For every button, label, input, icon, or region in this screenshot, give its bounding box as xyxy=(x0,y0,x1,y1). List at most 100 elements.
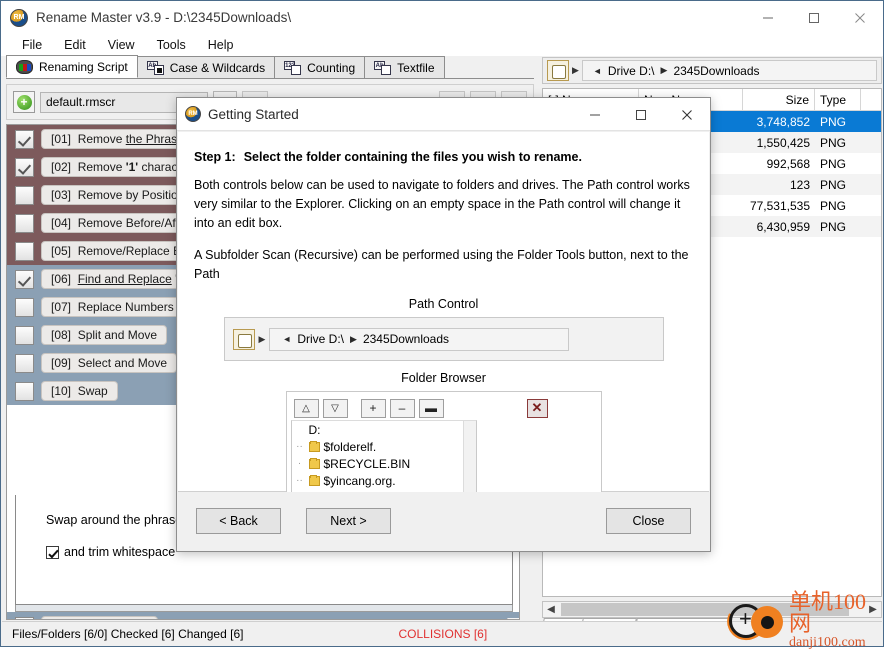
main-window: RM Rename Master v3.9 - D:\2345Downloads… xyxy=(0,0,884,650)
scroll-left-icon[interactable]: ◀ xyxy=(543,604,559,615)
folder-icon xyxy=(308,440,320,452)
path-separator-icon: ▶ xyxy=(350,333,357,344)
rule-checkbox[interactable] xyxy=(15,325,34,345)
folder-icon xyxy=(308,457,320,469)
rule-checkbox[interactable] xyxy=(15,381,34,401)
dialog-path-control-group: ▶ ◄ Drive D:\ ▶ 2345Downloads xyxy=(223,317,664,361)
status-collisions: COLLISIONS [6] xyxy=(398,626,488,641)
cell-type: PNG xyxy=(820,198,847,213)
horizontal-scrollbar[interactable]: ◀ ▶ xyxy=(542,601,882,618)
dialog-paragraph-2: A Subfolder Scan (Recursive) can be perf… xyxy=(194,248,689,281)
path-bar: ▶ ◄ Drive D:\ ▶ 2345Downloads xyxy=(542,57,882,84)
cell-type: PNG xyxy=(820,135,847,150)
path-control[interactable]: ◄ Drive D:\ ▶ 2345Downloads xyxy=(581,60,877,81)
path-back-arrow-icon[interactable]: ◄ xyxy=(593,66,602,76)
tree-node-root[interactable]: D: xyxy=(292,421,476,438)
rule-checkbox[interactable] xyxy=(15,129,34,149)
cell-type: PNG xyxy=(820,156,847,171)
tree-node[interactable]: ·· $folderelf. xyxy=(292,438,476,455)
dialog-path-drive[interactable]: Drive D:\ xyxy=(297,332,344,346)
tree-indent: ·· xyxy=(296,475,303,486)
path-separator-icon: ▶ xyxy=(660,65,668,75)
window-title: Rename Master v3.9 - D:\2345Downloads\ xyxy=(36,10,292,25)
rule-checkbox[interactable] xyxy=(15,353,34,373)
collapse-up-button[interactable]: △ xyxy=(293,398,319,418)
scrollbar-thumb[interactable] xyxy=(561,603,849,616)
path-drive[interactable]: Drive D:\ xyxy=(608,64,655,78)
rule-label: [11] Find and Edit xyxy=(41,616,158,619)
maximize-icon[interactable] xyxy=(618,98,664,131)
expand-all-button[interactable]: + xyxy=(360,398,386,418)
app-icon: RM xyxy=(10,8,28,27)
chevron-right-icon[interactable]: ▶ xyxy=(259,334,266,345)
tab-counting[interactable]: 123 Counting xyxy=(274,56,366,78)
tab-label: Counting xyxy=(307,60,356,75)
rule-checkbox[interactable] xyxy=(15,157,34,177)
minimize-icon[interactable] xyxy=(745,1,791,34)
folder-tools-icon[interactable] xyxy=(547,60,569,81)
cell-size: 123 xyxy=(789,177,810,192)
maximize-icon[interactable] xyxy=(791,1,837,34)
tree-indent: ·· xyxy=(296,441,303,452)
tab-label: Renaming Script xyxy=(39,59,128,74)
menu-edit[interactable]: Edit xyxy=(53,36,97,54)
dialog-body: Step 1: Select the folder containing the … xyxy=(178,132,709,536)
rule-checkbox[interactable] xyxy=(15,269,34,289)
column-header-extra xyxy=(861,89,881,111)
tree-node[interactable]: · $RECYCLE.BIN xyxy=(292,455,476,472)
folder-tools-icon[interactable] xyxy=(232,328,255,350)
dialog-path-control[interactable]: ◄ Drive D:\ ▶ 2345Downloads xyxy=(269,327,570,351)
rgb-boxes-icon xyxy=(16,59,33,74)
rule-label: [07] Replace Numbers xyxy=(41,297,184,317)
tab-case-wildcards[interactable]: Ab Case & Wildcards xyxy=(136,56,276,78)
add-green-plus-icon[interactable]: + xyxy=(13,91,35,113)
status-counts: Files/Folders [6/0] Checked [6] Changed … xyxy=(12,626,244,641)
menu-help[interactable]: Help xyxy=(197,36,245,54)
cell-size: 3,748,852 xyxy=(756,114,810,129)
browser-close-icon[interactable]: ✕ xyxy=(526,398,548,418)
back-button[interactable]: < Back xyxy=(196,508,281,534)
cell-size: 6,430,959 xyxy=(756,219,810,234)
cell-size: 77,531,535 xyxy=(749,198,810,213)
rule-label: [09] Select and Move xyxy=(41,353,178,373)
dialog-footer: < Back Next > Close xyxy=(178,492,709,550)
column-header-size[interactable]: Size xyxy=(743,89,815,111)
collapse-all-button[interactable]: – xyxy=(389,398,415,418)
tab-renaming-script[interactable]: Renaming Script xyxy=(6,55,138,78)
trim-whitespace-checkbox[interactable] xyxy=(46,545,59,559)
menu-view[interactable]: View xyxy=(97,36,146,54)
menu-file[interactable]: File xyxy=(11,36,53,54)
rule-checkbox[interactable] xyxy=(15,297,34,317)
rule-checkbox[interactable] xyxy=(15,185,34,205)
column-header-type[interactable]: Type xyxy=(815,89,861,111)
rule-checkbox[interactable] xyxy=(15,616,34,619)
rule-checkbox[interactable] xyxy=(15,213,34,233)
dialog-path-folder[interactable]: 2345Downloads xyxy=(363,332,449,346)
tab-textfile[interactable]: Ab Textfile xyxy=(364,56,445,78)
cell-size: 1,550,425 xyxy=(756,135,810,150)
tree-node[interactable]: ·· $yincang.org. xyxy=(292,472,476,489)
minimize-icon[interactable] xyxy=(572,98,618,131)
menu-tools[interactable]: Tools xyxy=(146,36,197,54)
collapse-bar-button[interactable]: ▬ xyxy=(418,398,444,418)
trim-whitespace-label: and trim whitespace xyxy=(64,545,176,559)
close-icon[interactable] xyxy=(664,98,710,131)
expand-down-button[interactable]: ▽ xyxy=(322,398,348,418)
next-button[interactable]: Next > xyxy=(306,508,391,534)
rule-checkbox[interactable] xyxy=(15,241,34,261)
tree-indent: · xyxy=(297,458,302,469)
scroll-right-icon[interactable]: ▶ xyxy=(865,604,881,615)
rules-scrollbar[interactable]: ▼ xyxy=(507,618,519,619)
close-button[interactable]: Close xyxy=(606,508,691,534)
dialog-title: Getting Started xyxy=(208,106,299,122)
path-folder[interactable]: 2345Downloads xyxy=(673,64,759,78)
dialog-paragraph-1: Both controls below can be used to navig… xyxy=(194,178,690,230)
cell-type: PNG xyxy=(820,219,847,234)
rule-row-11[interactable]: [11] Find and Edit xyxy=(7,612,519,619)
tab-label: Case & Wildcards xyxy=(169,60,266,75)
dialog-window-controls xyxy=(572,98,710,131)
rule-label: [03] Remove by Position xyxy=(41,185,195,205)
close-icon[interactable] xyxy=(837,1,883,34)
chevron-right-icon[interactable]: ▶ xyxy=(572,65,579,76)
path-back-arrow-icon[interactable]: ◄ xyxy=(282,334,291,344)
